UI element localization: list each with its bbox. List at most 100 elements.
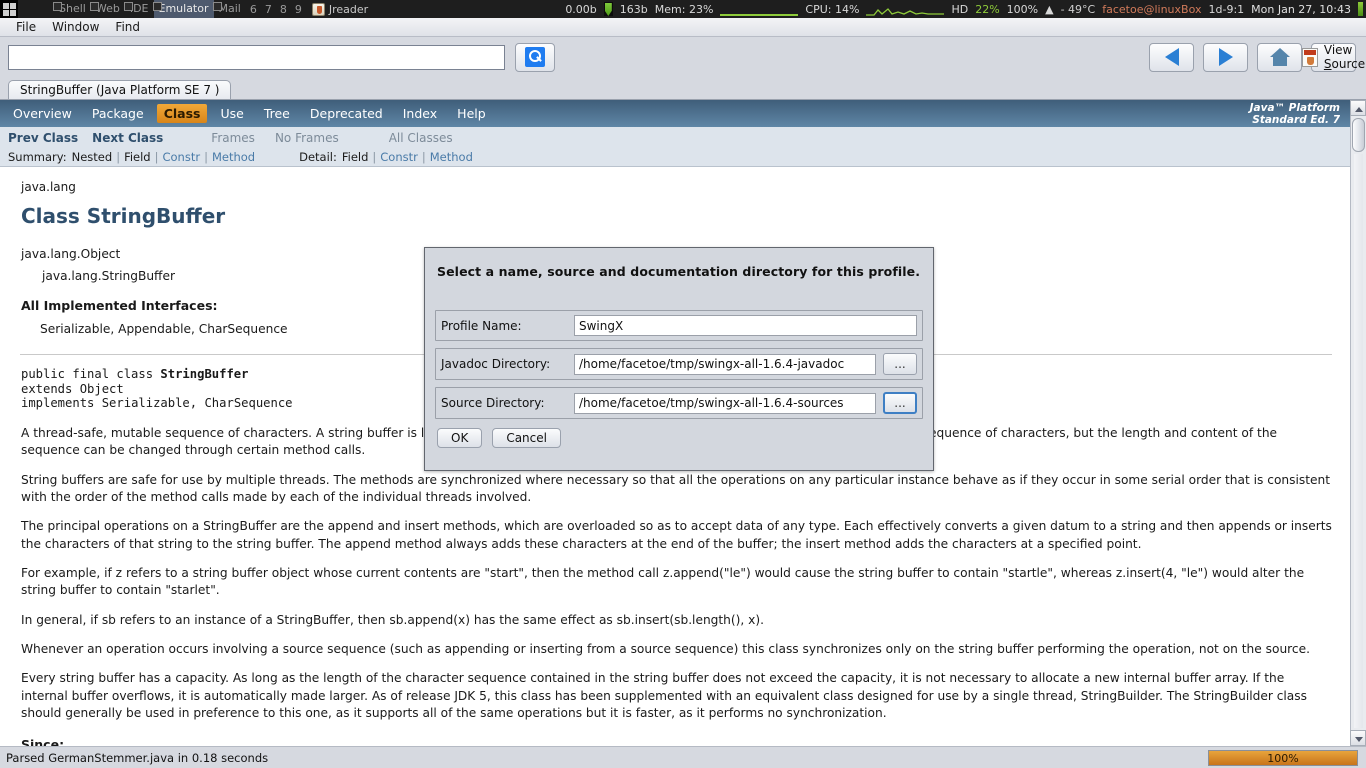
- workspace-emulator[interactable]: Emulator: [152, 0, 214, 18]
- workspace-7[interactable]: 7: [261, 3, 276, 16]
- home-icon: [1269, 48, 1290, 66]
- grid-icon[interactable]: [0, 0, 18, 18]
- arrow-right-icon: [1218, 48, 1233, 66]
- javadoc-directory-input[interactable]: [574, 353, 876, 375]
- all-classes-link[interactable]: All Classes: [389, 131, 453, 145]
- sig-extends-type[interactable]: Object: [80, 382, 124, 396]
- iface-comma-1: ,: [110, 321, 119, 336]
- javadoc-nav-package[interactable]: Package: [85, 104, 151, 123]
- sig-implements-kw: implements: [21, 396, 102, 411]
- summary-label: Summary:: [8, 150, 67, 164]
- view-source-label: View Source: [1323, 43, 1366, 71]
- search-input[interactable]: [8, 44, 505, 70]
- sig-extends-kw: extends: [21, 381, 80, 396]
- system-taskbar: Shell Web IDE Emulator Mail 6 7 8 9 Jrea…: [0, 0, 1366, 18]
- source-directory-row: Source Directory: ...: [435, 387, 923, 419]
- profile-dialog: Select a name, source and documentation …: [424, 247, 934, 471]
- javadoc-nav-use[interactable]: Use: [213, 104, 250, 123]
- status-bar: Parsed GermanStemmer.java in 0.18 second…: [0, 746, 1366, 768]
- summary-constr[interactable]: Constr: [162, 150, 200, 164]
- taskbar-edge-indicator: [1358, 2, 1363, 16]
- detail-field: Field: [341, 150, 369, 164]
- search-icon: [525, 47, 545, 67]
- network-up-icon: [603, 2, 613, 16]
- scrollbar-track[interactable]: [1354, 154, 1363, 728]
- dialog-buttons: OK Cancel: [425, 426, 933, 448]
- page-title: Class StringBuffer: [21, 204, 226, 229]
- forward-button[interactable]: [1203, 42, 1248, 72]
- toolbar: View Source: [0, 37, 1366, 77]
- sep-5: |: [421, 150, 426, 164]
- profile-name-input[interactable]: [574, 315, 917, 336]
- java-platform-brand: Java™ Platform Standard Ed. 7: [1250, 102, 1340, 126]
- cancel-button[interactable]: Cancel: [492, 428, 561, 448]
- interface-appendable[interactable]: Appendable: [118, 322, 191, 336]
- source-directory-label: Source Directory:: [441, 396, 545, 410]
- javadoc-subnav-classes: Prev Class Next Class Frames No Frames A…: [0, 127, 1350, 148]
- screen: Shell Web IDE Emulator Mail 6 7 8 9 Jrea…: [0, 0, 1366, 768]
- javadoc-nav-overview[interactable]: Overview: [6, 104, 79, 123]
- interface-charsequence[interactable]: CharSequence: [199, 322, 288, 336]
- paragraph-6: Whenever an operation occurs involving a…: [21, 642, 1310, 657]
- sig-implements-serializable[interactable]: Serializable: [102, 396, 190, 410]
- taskbar-status-area: 0.00b 163b Mem: 23% CPU: 14% HD 22% 100%…: [558, 2, 1366, 16]
- temperature: - 49°C: [1060, 2, 1096, 16]
- workspace-shell[interactable]: Shell: [53, 0, 91, 18]
- back-button[interactable]: [1149, 42, 1194, 72]
- workspace-ide[interactable]: IDE: [123, 0, 154, 18]
- sep-3: |: [204, 150, 208, 164]
- source-directory-input[interactable]: [574, 392, 876, 414]
- workspace-web[interactable]: Web: [89, 0, 125, 18]
- summary-nested: Nested: [71, 150, 113, 164]
- ok-button[interactable]: OK: [437, 428, 483, 448]
- detail-constr[interactable]: Constr: [380, 150, 418, 164]
- scroll-down-button[interactable]: [1350, 730, 1366, 746]
- workspace-9[interactable]: 9: [291, 3, 306, 16]
- sig-implements-charsequence[interactable]: CharSequence: [204, 396, 292, 410]
- iface-comma-2: ,: [190, 321, 199, 336]
- javadoc-nav-help[interactable]: Help: [450, 104, 493, 123]
- scrollbar-thumb[interactable]: [1352, 118, 1365, 152]
- interface-serializable[interactable]: Serializable: [40, 322, 110, 336]
- progress-bar: 100%: [1208, 750, 1358, 766]
- view-source-button[interactable]: View Source: [1301, 42, 1365, 72]
- clock: Mon Jan 27, 10:43: [1251, 2, 1351, 16]
- javadoc-subnav-summary-detail: Summary: Nested | Field | Constr | Metho…: [0, 148, 1350, 167]
- paragraph-2: String buffers are safe for use by multi…: [21, 472, 1331, 505]
- hierarchy-root-link[interactable]: java.lang.Object: [21, 247, 120, 261]
- paragraph-3: The principal operations on a StringBuff…: [21, 519, 1332, 551]
- sig-modifiers: public final class: [21, 367, 161, 382]
- scroll-up-button[interactable]: [1350, 100, 1366, 116]
- next-class-link[interactable]: Next Class: [92, 131, 163, 145]
- prev-class-link[interactable]: Prev Class: [8, 131, 78, 145]
- javadoc-nav-deprecated[interactable]: Deprecated: [303, 104, 390, 123]
- sig-class-name: StringBuffer: [160, 367, 249, 382]
- javadoc-directory-label: Javadoc Directory:: [441, 357, 551, 371]
- detail-label: Detail:: [299, 150, 337, 164]
- progress-bar-fill: 100%: [1209, 751, 1357, 765]
- javadoc-nav-tree[interactable]: Tree: [257, 104, 297, 123]
- no-frames-link[interactable]: No Frames: [275, 131, 339, 145]
- hd-value: 22%: [975, 2, 1000, 16]
- source-browse-button[interactable]: ...: [883, 392, 917, 414]
- dialog-title: Select a name, source and documentation …: [437, 264, 921, 279]
- tab-stringbuffer[interactable]: StringBuffer (Java Platform SE 7 ): [8, 80, 232, 100]
- menu-file[interactable]: File: [8, 18, 44, 37]
- package-name: java.lang: [21, 180, 76, 194]
- taskbar-window-title[interactable]: Jreader: [329, 3, 368, 16]
- menu-window[interactable]: Window: [44, 18, 107, 37]
- javadoc-browse-button[interactable]: ...: [883, 353, 917, 375]
- workspace-6[interactable]: 6: [246, 3, 261, 16]
- javadoc-nav-index[interactable]: Index: [396, 104, 444, 123]
- workspace-8[interactable]: 8: [276, 3, 291, 16]
- workspace-mail[interactable]: Mail: [212, 0, 246, 18]
- vertical-scrollbar[interactable]: [1350, 100, 1366, 746]
- summary-method[interactable]: Method: [212, 150, 255, 164]
- search-button[interactable]: [515, 42, 555, 72]
- java-icon: [311, 2, 325, 16]
- frames-link[interactable]: Frames: [211, 131, 255, 145]
- detail-method[interactable]: Method: [430, 150, 473, 164]
- javadoc-nav-class[interactable]: Class: [156, 104, 208, 123]
- menu-find[interactable]: Find: [107, 18, 148, 37]
- home-button[interactable]: [1257, 42, 1302, 72]
